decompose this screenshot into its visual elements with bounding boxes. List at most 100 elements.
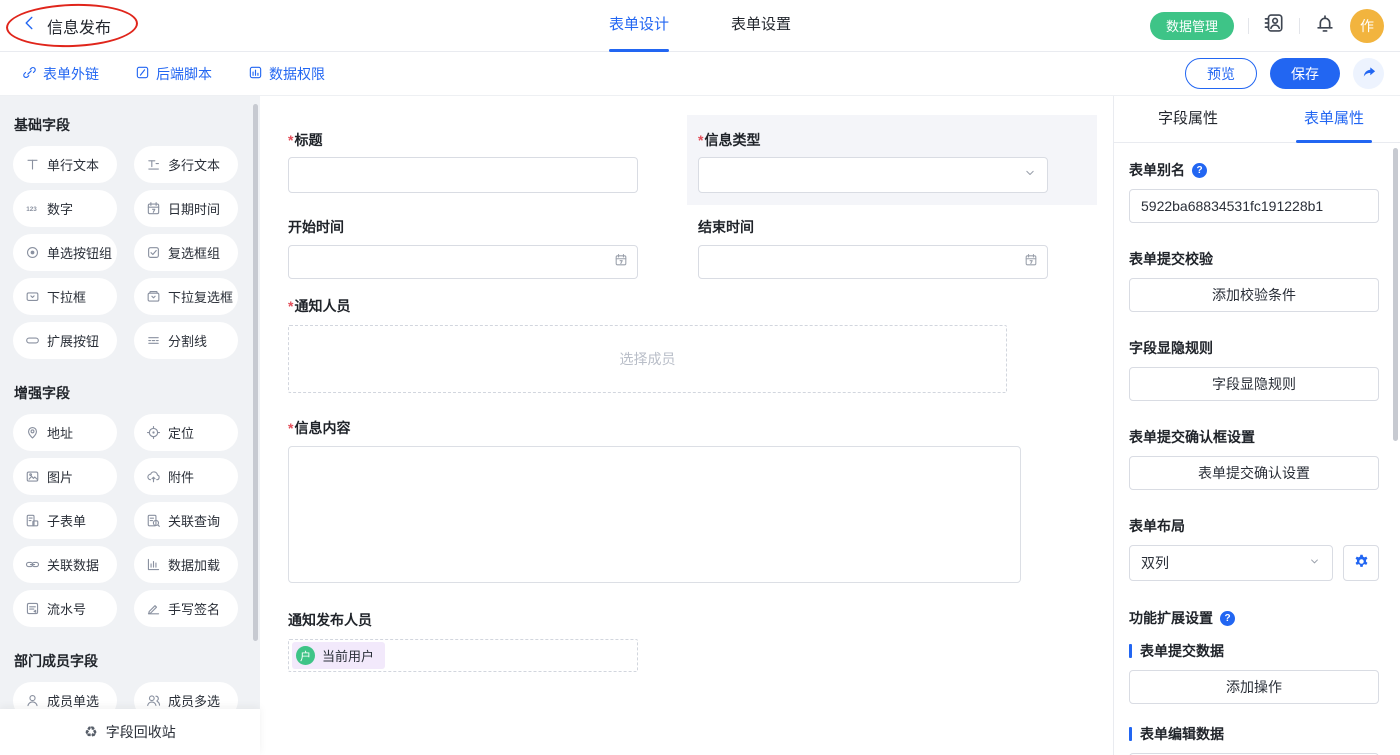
field-info-type-label: 信息类型 <box>704 132 760 148</box>
field-item-serial-number[interactable]: 流水号 <box>13 590 117 627</box>
field-item-member-multi[interactable]: 成员多选 <box>134 682 238 709</box>
form-layout-label: 表单布局 <box>1129 516 1185 536</box>
field-notify-members[interactable]: *通知人员 选择成员 <box>288 297 1113 393</box>
palette-section-title: 部门成员字段 <box>14 651 260 671</box>
field-info-type[interactable]: *信息类型 <box>687 115 1097 205</box>
backend-script-link[interactable]: 后端脚本 <box>135 64 212 84</box>
submit-validation-label: 表单提交校验 <box>1129 249 1213 269</box>
field-item-multi-line-text[interactable]: 多行文本 <box>134 146 238 183</box>
field-info-content-label: 信息内容 <box>294 420 350 436</box>
number-icon: 123 <box>25 201 40 216</box>
field-item-checkbox-group[interactable]: 复选框组 <box>134 234 238 271</box>
field-item-locate[interactable]: 定位 <box>134 414 238 451</box>
add-submit-action-button[interactable]: 添加操作 <box>1129 670 1379 704</box>
field-start-time[interactable]: 开始时间 <box>277 218 687 279</box>
chevron-down-icon <box>1023 166 1037 185</box>
field-end-time-label: 结束时间 <box>698 219 754 235</box>
address-book-icon[interactable] <box>1263 12 1285 39</box>
share-icon <box>1361 64 1377 83</box>
share-button[interactable] <box>1353 58 1384 89</box>
user-avatar[interactable]: 作 <box>1350 9 1384 43</box>
field-title[interactable]: *标题 <box>277 115 687 205</box>
form-alias-input[interactable] <box>1129 189 1379 223</box>
back-chevron-icon <box>20 14 38 37</box>
field-palette-sidebar: 基础字段单行文本多行文本123数字日期时间单选按钮组复选框组下拉框下拉复选框扩展… <box>0 96 260 755</box>
field-item-number[interactable]: 123数字 <box>13 190 117 227</box>
field-notify-publisher-label: 通知发布人员 <box>288 612 372 628</box>
field-info-content[interactable]: *信息内容 <box>288 419 1113 583</box>
field-item-single-line-text[interactable]: 单行文本 <box>13 146 117 183</box>
current-user-tag[interactable]: 户 当前用户 <box>292 642 385 669</box>
question-icon[interactable]: ? <box>1192 163 1207 178</box>
tab-field-properties[interactable]: 字段属性 <box>1158 96 1218 143</box>
publisher-select-box[interactable]: 户 当前用户 <box>288 639 638 672</box>
field-notify-publisher[interactable]: 通知发布人员 户 当前用户 <box>288 611 1113 672</box>
end-time-input[interactable] <box>698 245 1048 279</box>
field-title-label: 标题 <box>294 132 322 148</box>
field-item-relation-data[interactable]: 关联数据 <box>13 546 117 583</box>
field-item-member-single[interactable]: 成员单选 <box>13 682 117 709</box>
field-item-extend-button[interactable]: 扩展按钮 <box>13 322 117 359</box>
tab-form-design[interactable]: 表单设计 <box>609 0 669 52</box>
field-item-divider[interactable]: 分割线 <box>134 322 238 359</box>
add-validation-button[interactable]: 添加校验条件 <box>1129 278 1379 312</box>
field-item-dropdown-multi[interactable]: 下拉复选框 <box>134 278 238 315</box>
svg-text:123: 123 <box>26 206 37 213</box>
form-layout-select[interactable]: 双列 <box>1129 545 1333 581</box>
info-content-textarea[interactable] <box>288 446 1021 583</box>
title-input[interactable] <box>288 157 638 193</box>
preview-button[interactable]: 预览 <box>1185 58 1257 89</box>
permission-icon <box>248 65 263 83</box>
field-end-time[interactable]: 结束时间 <box>687 218 1097 279</box>
member-select-box[interactable]: 选择成员 <box>288 325 1007 393</box>
member-select-placeholder: 选择成员 <box>620 349 676 369</box>
bell-icon[interactable] <box>1314 12 1336 39</box>
field-item-relation-query[interactable]: 关联查询 <box>134 502 238 539</box>
panel-scrollbar[interactable] <box>1393 148 1398 441</box>
select-icon <box>25 289 40 304</box>
gear-icon <box>1353 553 1370 573</box>
recycle-icon: ♻ <box>84 723 97 741</box>
attachment-icon <box>146 469 161 484</box>
field-item-address[interactable]: 地址 <box>13 414 117 451</box>
address-icon <box>25 425 40 440</box>
field-recycle-bin[interactable]: ♻ 字段回收站 <box>0 709 260 755</box>
field-item-signature[interactable]: 手写签名 <box>134 590 238 627</box>
data-manage-button[interactable]: 数据管理 <box>1150 12 1234 40</box>
data-permission-link[interactable]: 数据权限 <box>248 64 325 84</box>
relate-data-icon <box>25 557 40 572</box>
member-single-icon <box>25 693 40 708</box>
save-button[interactable]: 保存 <box>1270 58 1340 89</box>
field-visibility-label: 字段显隐规则 <box>1129 338 1213 358</box>
submit-confirm-button[interactable]: 表单提交确认设置 <box>1129 456 1379 490</box>
field-item-attachment[interactable]: 附件 <box>134 458 238 495</box>
tab-form-settings[interactable]: 表单设置 <box>731 0 791 52</box>
checkbox-icon <box>146 245 161 260</box>
back-button[interactable] <box>20 14 38 37</box>
form-external-link[interactable]: 表单外链 <box>22 64 99 84</box>
field-item-image[interactable]: 图片 <box>13 458 117 495</box>
question-icon[interactable]: ? <box>1220 611 1235 626</box>
tab-form-properties[interactable]: 表单属性 <box>1304 96 1364 143</box>
field-item-radio-group[interactable]: 单选按钮组 <box>13 234 117 271</box>
field-visibility-button[interactable]: 字段显隐规则 <box>1129 367 1379 401</box>
start-time-input[interactable] <box>288 245 638 279</box>
field-item-dropdown[interactable]: 下拉框 <box>13 278 117 315</box>
app-header: 信息发布 表单设计 表单设置 数据管理 作 <box>0 0 1400 52</box>
button-icon <box>25 333 40 348</box>
palette-section-title: 增强字段 <box>14 383 260 403</box>
sidebar-scrollbar[interactable] <box>253 104 258 641</box>
field-item-datetime[interactable]: 日期时间 <box>134 190 238 227</box>
field-notify-members-label: 通知人员 <box>294 298 350 314</box>
script-icon <box>135 65 150 83</box>
layout-settings-button[interactable] <box>1343 545 1379 581</box>
locate-icon <box>146 425 161 440</box>
link-icon <box>22 65 37 83</box>
field-item-data-load[interactable]: 数据加载 <box>134 546 238 583</box>
divider <box>1248 18 1249 34</box>
radio-icon <box>25 245 40 260</box>
submit-data-label: 表单提交数据 <box>1140 641 1224 661</box>
info-type-select[interactable] <box>698 157 1048 193</box>
form-alias-label: 表单别名 <box>1129 160 1185 180</box>
field-item-subform[interactable]: 子表单 <box>13 502 117 539</box>
